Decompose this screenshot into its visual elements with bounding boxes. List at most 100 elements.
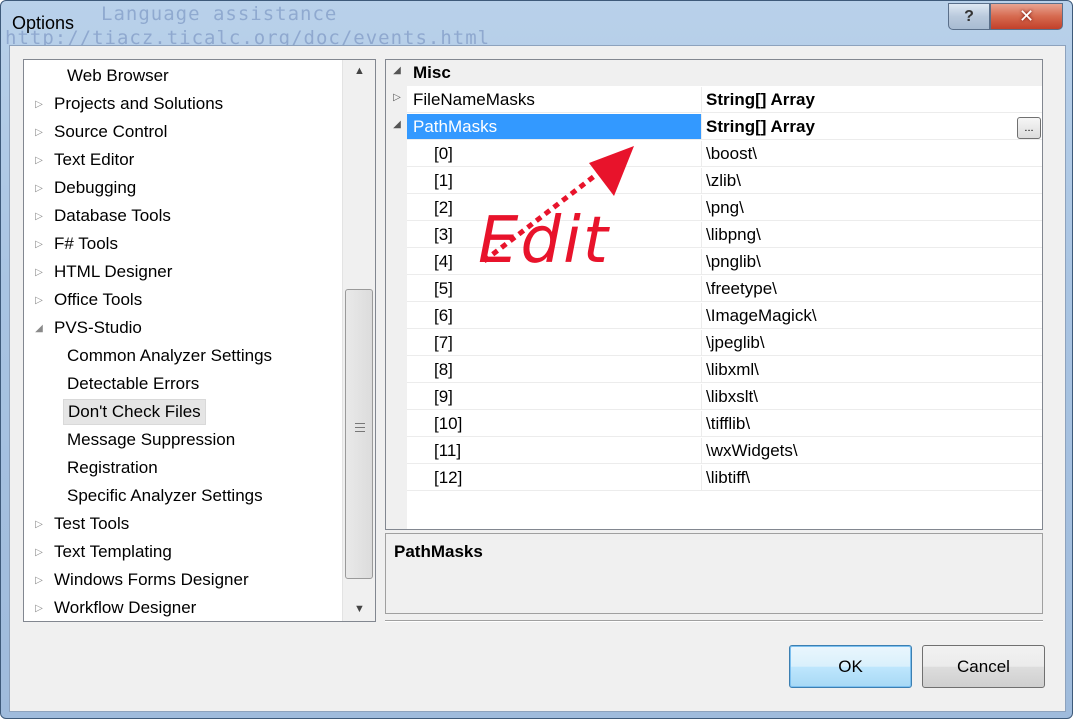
- tree-item-label: Source Control: [54, 122, 168, 141]
- tree-item-label: Projects and Solutions: [54, 94, 224, 113]
- title-bar[interactable]: Language assistance http://tiacz.ticalc.…: [1, 1, 1072, 49]
- expanded-arrow-icon[interactable]: ◢: [32, 323, 46, 334]
- tree-item[interactable]: ▷ F# Tools: [32, 230, 122, 258]
- window-title: Options: [12, 13, 75, 33]
- options-window: Language assistance http://tiacz.ticalc.…: [0, 0, 1073, 719]
- collapsed-arrow-icon[interactable]: ▷: [32, 519, 46, 530]
- array-value[interactable]: \jpeglib\: [701, 330, 1042, 356]
- collapse-icon[interactable]: ◢: [390, 65, 404, 76]
- description-pane: PathMasks: [385, 533, 1043, 614]
- tree-item-label: Workflow Designer: [54, 598, 197, 617]
- tree-item-label: Debugging: [54, 178, 137, 197]
- tree-scrollbar[interactable]: ▲ ▼: [342, 60, 375, 621]
- help-button[interactable]: ?: [948, 3, 990, 30]
- category-row-misc[interactable]: ◢ Misc: [386, 60, 1042, 87]
- help-icon: ?: [964, 7, 974, 25]
- tree-item[interactable]: Don't Check Files: [63, 398, 206, 426]
- tree-item[interactable]: Specific Analyzer Settings: [63, 482, 267, 510]
- property-row[interactable]: ◢ PathMasks String[] Array: [386, 114, 1042, 141]
- tree-item[interactable]: ▷ HTML Designer: [32, 258, 176, 286]
- array-element-row[interactable]: [6] \ImageMagick\: [386, 303, 1042, 330]
- array-value[interactable]: \boost\: [701, 141, 1042, 167]
- array-element-row[interactable]: [8] \libxml\: [386, 357, 1042, 384]
- collapsed-arrow-icon[interactable]: ▷: [32, 183, 46, 194]
- tree-item-label: Detectable Errors: [67, 374, 200, 393]
- array-index: [11]: [407, 438, 701, 464]
- array-index: [12]: [407, 465, 701, 491]
- cancel-button[interactable]: Cancel: [922, 645, 1045, 688]
- property-grid[interactable]: ◢ Misc ▷ FileNameMasks String[] Array ◢ Path…: [385, 59, 1043, 530]
- collapse-icon[interactable]: ◢: [390, 119, 404, 130]
- array-element-row[interactable]: [11] \wxWidgets\: [386, 438, 1042, 465]
- scroll-thumb[interactable]: [345, 289, 373, 579]
- tree-item[interactable]: ▷ Office Tools: [32, 286, 146, 314]
- tree-item[interactable]: ▷ Projects and Solutions: [32, 90, 227, 118]
- tree-item[interactable]: ▷ Debugging: [32, 174, 140, 202]
- description-title: PathMasks: [394, 542, 483, 561]
- tree-item[interactable]: ▷ Test Tools: [32, 510, 133, 538]
- tree-item[interactable]: ◢ PVS-Studio: [32, 314, 146, 342]
- tree-item[interactable]: Detectable Errors: [63, 370, 203, 398]
- array-element-row[interactable]: [12] \libtiff\: [386, 465, 1042, 492]
- tree-item-label: Office Tools: [54, 290, 143, 309]
- tree-item[interactable]: ▷ Source Control: [32, 118, 171, 146]
- array-value[interactable]: \libtiff\: [701, 465, 1042, 491]
- options-tree[interactable]: ▷ Workflow Designer ▷ Windows Forms Designe…: [23, 59, 376, 622]
- tree-item-label: HTML Designer: [54, 262, 173, 281]
- collapsed-arrow-icon[interactable]: ▷: [32, 547, 46, 558]
- collapsed-arrow-icon[interactable]: ▷: [32, 127, 46, 138]
- collapsed-arrow-icon[interactable]: ▷: [32, 211, 46, 222]
- tree-item-label: Don't Check Files: [63, 399, 206, 425]
- collapsed-arrow-icon[interactable]: ▷: [32, 267, 46, 278]
- tree-item[interactable]: ▷ Windows Forms Designer: [32, 566, 253, 594]
- scroll-down-arrow-icon[interactable]: ▼: [343, 598, 375, 620]
- scroll-up-arrow-icon[interactable]: ▲: [343, 60, 375, 82]
- array-value[interactable]: \libxslt\: [701, 384, 1042, 410]
- array-index: [7]: [407, 330, 701, 356]
- close-button[interactable]: ✕: [990, 3, 1063, 30]
- tree-item[interactable]: Web Browser: [63, 62, 173, 90]
- tree-item[interactable]: Message Suppression: [63, 426, 239, 454]
- array-value[interactable]: \libxml\: [701, 357, 1042, 383]
- array-value[interactable]: \freetype\: [701, 276, 1042, 302]
- close-icon: ✕: [1018, 6, 1035, 26]
- tree-item[interactable]: Registration: [63, 454, 162, 482]
- category-label: Misc: [407, 60, 1042, 86]
- tree-item-label: Common Analyzer Settings: [67, 346, 273, 365]
- property-value[interactable]: String[] Array: [701, 114, 1042, 140]
- tree-item-label: Database Tools: [54, 206, 171, 225]
- collapsed-arrow-icon[interactable]: ▷: [32, 295, 46, 306]
- collapsed-arrow-icon[interactable]: ▷: [32, 239, 46, 250]
- array-value[interactable]: \wxWidgets\: [701, 438, 1042, 464]
- tree-item[interactable]: ▷ Text Templating: [32, 538, 176, 566]
- tree-item-label: Text Templating: [54, 542, 172, 561]
- array-index: [8]: [407, 357, 701, 383]
- tree-item[interactable]: Common Analyzer Settings: [63, 342, 276, 370]
- collapsed-arrow-icon[interactable]: ▷: [32, 575, 46, 586]
- tree-item[interactable]: ▷ Database Tools: [32, 202, 175, 230]
- array-element-row[interactable]: [10] \tifflib\: [386, 411, 1042, 438]
- tree-item-label: Registration: [67, 458, 158, 477]
- collapsed-arrow-icon[interactable]: ▷: [32, 99, 46, 110]
- array-element-row[interactable]: [9] \libxslt\: [386, 384, 1042, 411]
- tree-item[interactable]: ▷ Workflow Designer: [32, 594, 200, 621]
- divider: [385, 620, 1043, 622]
- array-value[interactable]: \pnglib\: [701, 249, 1042, 275]
- expand-icon[interactable]: ▷: [390, 92, 404, 103]
- tree-item-label: Web Browser: [67, 66, 169, 85]
- array-value[interactable]: \tifflib\: [701, 411, 1042, 437]
- grip-icon: [355, 423, 365, 435]
- ok-button[interactable]: OK: [789, 645, 912, 688]
- property-value[interactable]: String[] Array: [701, 87, 1042, 113]
- collapsed-arrow-icon[interactable]: ▷: [32, 155, 46, 166]
- array-value[interactable]: \png\: [701, 195, 1042, 221]
- tree-item[interactable]: ▷ Text Editor: [32, 146, 138, 174]
- ellipsis-edit-button[interactable]: ...: [1017, 117, 1041, 139]
- array-value[interactable]: \zlib\: [701, 168, 1042, 194]
- collapsed-arrow-icon[interactable]: ▷: [32, 603, 46, 614]
- array-value[interactable]: \libpng\: [701, 222, 1042, 248]
- array-value[interactable]: \ImageMagick\: [701, 303, 1042, 329]
- array-element-row[interactable]: [7] \jpeglib\: [386, 330, 1042, 357]
- background-ghost-text: Language assistance: [101, 3, 338, 25]
- property-row[interactable]: ▷ FileNameMasks String[] Array: [386, 87, 1042, 114]
